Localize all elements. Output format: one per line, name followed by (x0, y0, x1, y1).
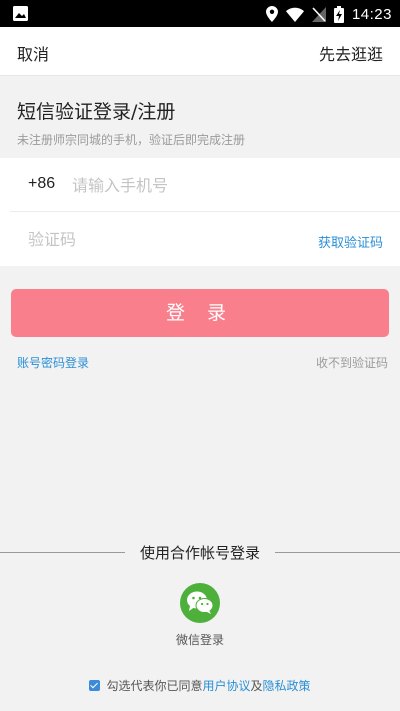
signal-off-icon (311, 6, 326, 22)
login-button[interactable]: 登 录 (11, 289, 389, 337)
image-icon (13, 6, 28, 21)
no-code-link[interactable]: 收不到验证码 (316, 354, 388, 371)
phone-input[interactable] (72, 172, 372, 198)
browse-first-button[interactable]: 先去逛逛 (319, 41, 383, 65)
agreement-row: 勾选代表你已同意 用户协议 及 隐私政策 (0, 677, 400, 694)
agreement-checkbox[interactable] (89, 680, 101, 691)
status-bar: 14:23 (0, 0, 400, 27)
status-icons: 14:23 (265, 4, 392, 24)
verification-code-input[interactable] (28, 226, 278, 252)
get-code-button[interactable]: 获取验证码 (318, 232, 383, 251)
page-subtitle: 未注册师宗同城的手机，验证后即完成注册 (17, 133, 246, 147)
battery-charging-icon (333, 5, 344, 23)
cancel-button[interactable]: 取消 (17, 41, 49, 65)
top-bar: 取消 先去逛逛 (0, 27, 400, 76)
divider-right (275, 552, 400, 553)
wechat-login-button[interactable] (180, 583, 220, 623)
wechat-login-label: 微信登录 (175, 633, 224, 647)
account-password-login-link[interactable]: 账号密码登录 (17, 354, 89, 371)
country-code[interactable]: +86 (28, 175, 55, 193)
login-form: +86 获取验证码 (0, 158, 400, 266)
agreement-and: 及 (250, 679, 263, 693)
location-icon (265, 6, 278, 22)
status-time: 14:23 (351, 5, 392, 23)
wifi-icon (285, 7, 304, 22)
phone-row: +86 (0, 158, 400, 212)
privacy-policy-link[interactable]: 隐私政策 (263, 677, 311, 694)
code-row: 获取验证码 (0, 212, 400, 266)
user-agreement-link[interactable]: 用户协议 (202, 677, 250, 694)
agreement-prefix: 勾选代表你已同意 (106, 679, 203, 693)
page-title: 短信验证登录/注册 (17, 101, 176, 123)
wechat-icon (187, 591, 214, 614)
